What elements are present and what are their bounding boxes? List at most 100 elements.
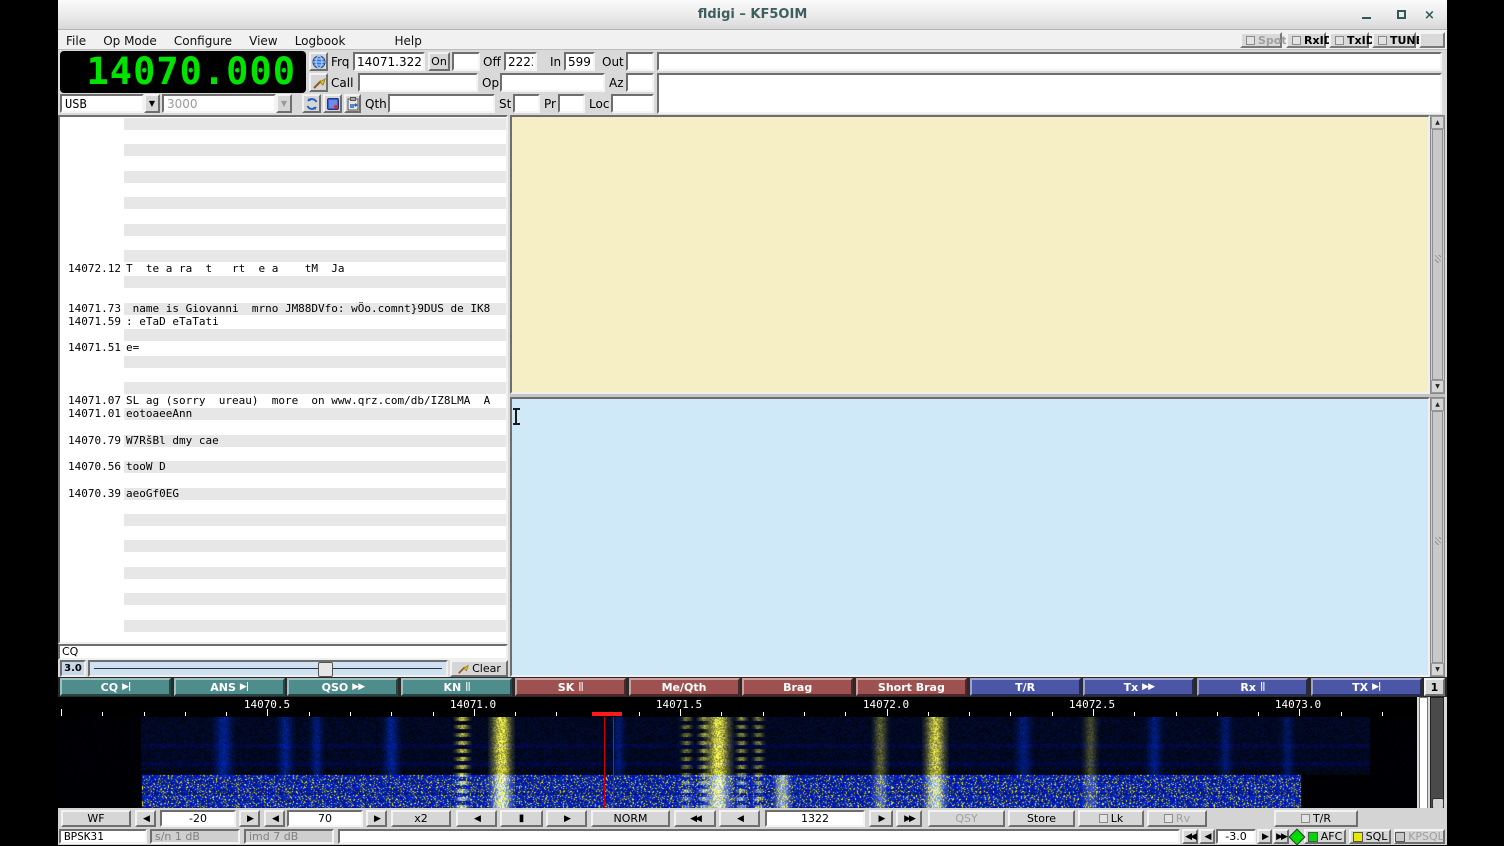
mode-status[interactable]: BPSK31 (59, 829, 147, 844)
menu-help[interactable]: Help (390, 32, 425, 50)
offset-up-fast-icon[interactable]: ▶▶ (1273, 829, 1289, 844)
wf-mode-button[interactable]: WF (61, 810, 131, 827)
waterfall[interactable]: 14070.514071.014071.514072.014072.514073… (58, 697, 1417, 808)
store-button[interactable]: Store (1008, 810, 1075, 827)
macro-button-qso[interactable]: QSO▶▶ (287, 678, 398, 696)
macro-button-t-r[interactable]: T/R (970, 678, 1081, 696)
range-down-icon[interactable]: ◀ (264, 810, 285, 827)
waterfall-squelch-slider[interactable] (1430, 697, 1444, 826)
browser-row-text[interactable]: T te a ra t rt e a tM Ja (126, 263, 345, 275)
browser-row-text[interactable]: W7RšBl dmy cae (126, 435, 219, 447)
wf-rate-button[interactable]: NORM (591, 810, 670, 827)
tune-button[interactable]: TUNE (1372, 32, 1416, 48)
macro-button-tx[interactable]: Tx▶▶ (1083, 678, 1194, 696)
macro-button-kn[interactable]: KN|| (401, 678, 512, 696)
scroll-up-icon[interactable]: ▲ (1431, 116, 1444, 129)
macro-set-button[interactable]: 1 (1424, 678, 1445, 696)
qth-input[interactable] (388, 94, 495, 113)
browser-row-frequency[interactable]: 14071.51 (68, 342, 121, 354)
rxid-checkbox[interactable] (1292, 36, 1301, 45)
txrx-checkbox[interactable] (1301, 814, 1310, 823)
paste-clipboard-icon[interactable] (344, 94, 361, 113)
menu-logbook[interactable]: Logbook (291, 32, 350, 50)
range-up-icon[interactable]: ▶ (366, 810, 387, 827)
wf-range-value[interactable]: 70 (287, 810, 363, 827)
macro-button-sk[interactable]: SK|| (515, 678, 626, 696)
mode-combo[interactable]: USB (60, 94, 144, 113)
mode-combo-arrow-icon[interactable]: ▼ (144, 94, 160, 113)
lock-button[interactable]: Lk (1078, 810, 1144, 827)
rx-scrollbar[interactable]: ▲ ▼ (1430, 115, 1445, 394)
scroll-up-icon[interactable]: ▲ (1431, 398, 1444, 411)
freq-up-icon[interactable]: ▶ (869, 810, 893, 827)
browser-row-text[interactable]: SL ag (sorry ureau) more on www.qrz.com/… (126, 395, 490, 407)
macro-button-me-qth[interactable]: Me/Qth (629, 678, 740, 696)
macro-button-rx[interactable]: Rx|| (1197, 678, 1308, 696)
browser-squelch-slider[interactable] (88, 660, 448, 677)
macro-button-cq[interactable]: CQ▶| (60, 678, 171, 696)
st-input[interactable] (513, 94, 540, 113)
zoom-button[interactable]: x2 (391, 810, 451, 827)
scroll-down-icon[interactable]: ▼ (1431, 380, 1444, 393)
log-notes-box[interactable] (657, 73, 1442, 114)
tune-checkbox[interactable] (1378, 36, 1387, 45)
bandwidth-combo-arrow-icon[interactable]: ▼ (276, 94, 292, 113)
logbook-icon[interactable] (323, 94, 342, 113)
signal-browser-pane[interactable]: 14072.12 T te a ra t rt e a tM Ja 14071.73… (58, 115, 508, 644)
scroll-right-icon[interactable]: ▶ (546, 810, 587, 827)
sync-icon[interactable] (302, 94, 321, 113)
waterfall-cursor-bar[interactable] (592, 712, 622, 716)
browser-row-frequency[interactable]: 14072.12 (68, 263, 121, 275)
txrx-button[interactable]: T/R (1274, 810, 1358, 827)
title-bar[interactable]: fldigi – KF5OIM × (58, 0, 1447, 30)
pr-input[interactable] (558, 94, 585, 113)
menu-op-mode[interactable]: Op Mode (99, 32, 161, 50)
clear-button[interactable]: Clear (450, 660, 508, 677)
browser-row-text[interactable]: e= (126, 342, 139, 354)
bandwidth-combo[interactable]: 3000 (162, 94, 276, 113)
macro-button-brag[interactable]: Brag (742, 678, 853, 696)
browser-row-frequency[interactable]: 14071.73 (68, 303, 121, 315)
scrollbar-thumb[interactable] (1432, 129, 1443, 380)
gain-up-icon[interactable]: ▶ (239, 810, 260, 827)
macro-button-tx[interactable]: TX▶| (1311, 678, 1422, 696)
offset-up-icon[interactable]: ▶ (1257, 829, 1272, 844)
gain-down-icon[interactable]: ◀ (135, 810, 156, 827)
offset-down-icon[interactable]: ◀ (1199, 829, 1215, 844)
offset-down-fast-icon[interactable]: ◀◀ (1182, 829, 1198, 844)
in-input[interactable] (564, 52, 595, 71)
menu-file[interactable]: File (62, 32, 90, 50)
browser-row-text[interactable]: : eTaD eTaTati (126, 316, 219, 328)
close-icon[interactable]: × (1424, 9, 1438, 22)
audio-frequency-value[interactable]: 1322 (765, 810, 865, 827)
rxid-button[interactable]: RxID (1286, 32, 1326, 48)
scroll-left-icon[interactable]: ◀ (456, 810, 497, 827)
center-stop-icon[interactable]: ▮ (500, 810, 543, 827)
waterfall-display[interactable] (58, 717, 1417, 808)
rx-text-pane[interactable] (510, 115, 1430, 394)
maximize-icon[interactable] (1395, 9, 1409, 22)
tx-scrollbar[interactable]: ▲ ▼ (1430, 397, 1445, 677)
off-input[interactable] (504, 52, 537, 71)
rx-monitor-line[interactable] (657, 52, 1442, 71)
macro-button-short-brag[interactable]: Short Brag (856, 678, 967, 696)
freq-down-icon[interactable]: ◀ (719, 810, 760, 827)
on-button[interactable]: On (428, 52, 450, 71)
offset-value[interactable]: -3.0 (1216, 829, 1256, 844)
loc-input[interactable] (611, 94, 654, 113)
browser-row-frequency[interactable]: 14071.07 (68, 395, 121, 407)
tx-text-pane[interactable] (510, 397, 1430, 677)
wf-gain-value[interactable]: -20 (160, 810, 236, 827)
browser-row-frequency[interactable]: 14071.01 (68, 408, 121, 420)
txid-button[interactable]: TxID (1329, 32, 1369, 48)
browser-selected-line[interactable]: CQ (58, 644, 508, 660)
browser-row-frequency[interactable]: 14070.56 (68, 461, 121, 473)
lock-checkbox[interactable] (1099, 814, 1108, 823)
on-extra-input[interactable] (452, 52, 480, 71)
browser-row-text[interactable]: eotoaeeAnn (126, 408, 192, 420)
browser-row-frequency[interactable]: 14070.39 (68, 488, 121, 500)
browser-row-frequency[interactable]: 14070.79 (68, 435, 121, 447)
freq-down-fast-icon[interactable]: ◀◀ (674, 810, 716, 827)
freq-up-fast-icon[interactable]: ▶▶ (896, 810, 922, 827)
browser-row-frequency[interactable]: 14071.59 (68, 316, 121, 328)
